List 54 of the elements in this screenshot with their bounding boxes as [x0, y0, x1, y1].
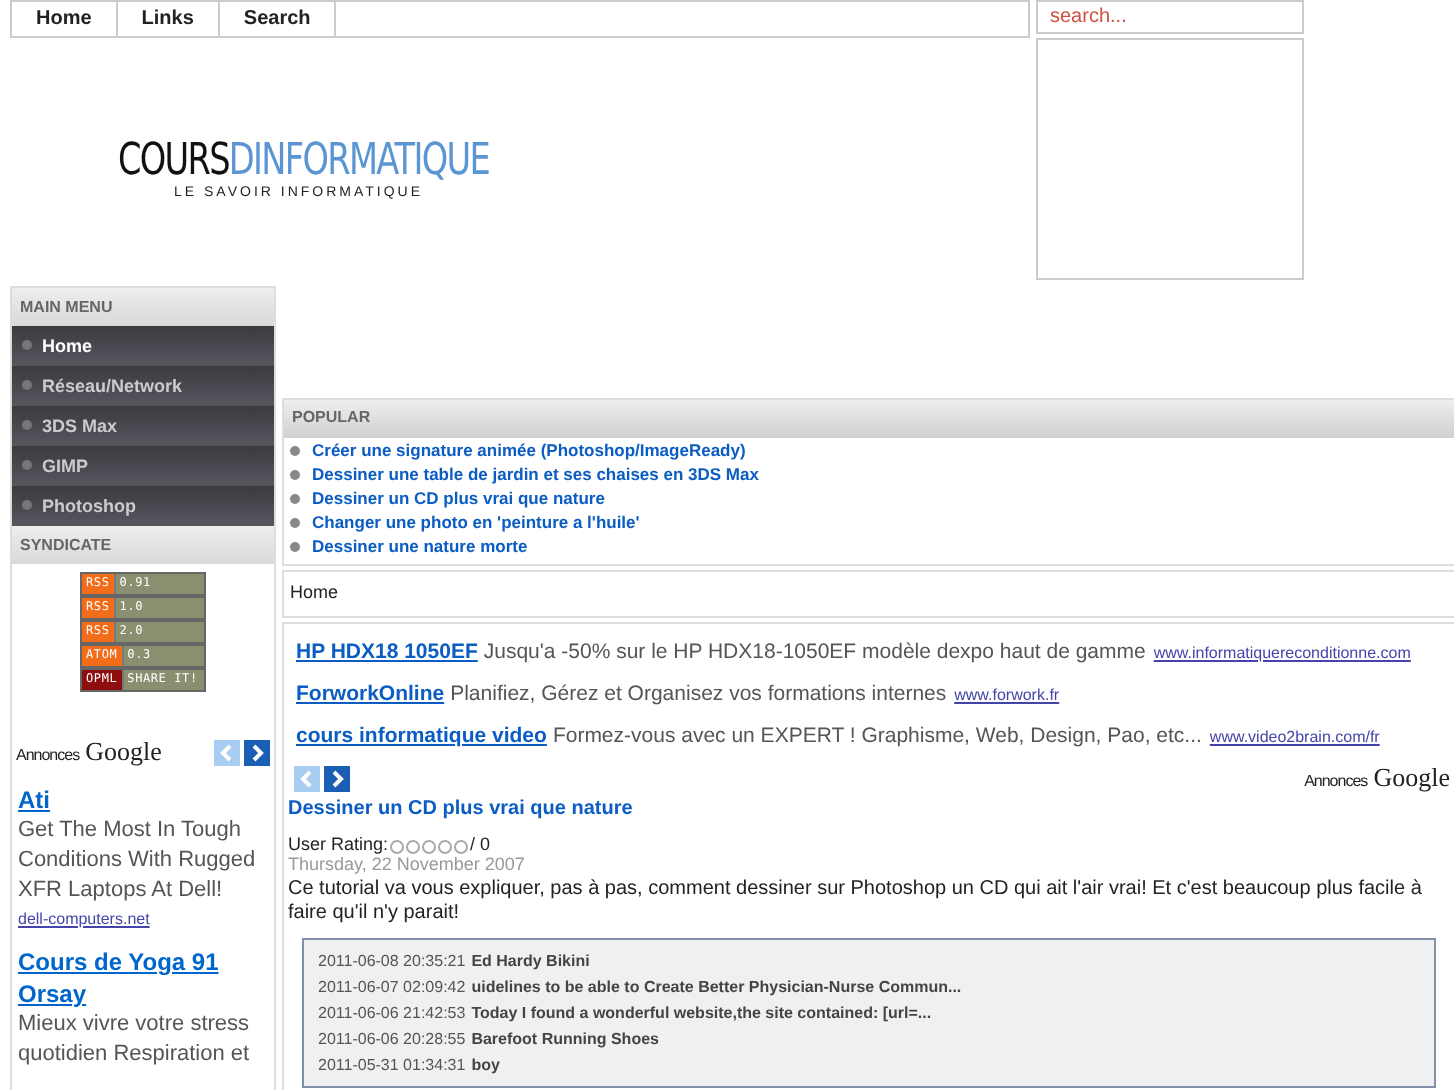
- article-body: Ce tutorial va vous expliquer, pas à pas, comment dessiner sur Photoshop un CD qui ait l'air vrai! Et c'est beaucoup plus facile à faire qu'il n'y parait!: [288, 878, 1424, 926]
- bullet-icon: [290, 493, 300, 503]
- section-heading: POPULAR: [284, 400, 1454, 438]
- ad-url-link[interactable]: www.video2brain.com/fr: [1209, 728, 1380, 746]
- comment-link[interactable]: Barefoot Running Shoes: [471, 1030, 659, 1048]
- nav-link[interactable]: Links: [117, 2, 220, 36]
- ad-text: Planifiez, Gérez et Organisez vos formations internes: [450, 682, 947, 706]
- comment-date: 2011-06-06 20:28:55: [318, 1030, 466, 1048]
- rating-label: User Rating:: [288, 833, 389, 853]
- section-heading: SYNDICATE: [12, 526, 274, 564]
- ad-title-link[interactable]: cours informatique video: [296, 724, 547, 748]
- popular-link[interactable]: Dessiner un CD plus vrai que nature: [312, 488, 605, 508]
- comment-link[interactable]: uidelines to be able to Create Better Physician-Nurse Commun...: [471, 978, 962, 996]
- nav-link[interactable]: Search: [219, 2, 337, 36]
- ads-label: Annonces Google: [1304, 762, 1450, 794]
- comment-date: 2011-06-06 21:42:53: [318, 1004, 466, 1022]
- section-heading: MAIN MENU: [12, 288, 274, 326]
- comment-date: 2011-06-07 02:09:42: [318, 978, 466, 996]
- rating-count: / 0: [470, 833, 491, 853]
- comment-link[interactable]: Ed Hardy Bikini: [471, 952, 590, 970]
- search-field[interactable]: search...: [1036, 0, 1304, 34]
- ad-url-link[interactable]: www.informatiquereconditionne.com: [1153, 644, 1411, 662]
- comment-link[interactable]: boy: [471, 1056, 500, 1074]
- ad-url-link[interactable]: dell-computers.net: [18, 910, 150, 928]
- menu-item[interactable]: Photoshop: [12, 486, 274, 526]
- menu-item[interactable]: GIMP: [12, 446, 274, 486]
- nav-link[interactable]: Home: [12, 2, 118, 36]
- article-title[interactable]: Dessiner un CD plus vrai que nature: [288, 798, 1450, 820]
- popular-link[interactable]: Dessiner une table de jardin et ses chaises en 3DS Max: [312, 464, 759, 484]
- popular-link[interactable]: Créer une signature animée (Photoshop/ImageReady): [312, 440, 746, 460]
- ad-text: Mieux vivre votre stress quotidien Respiration et: [18, 1010, 252, 1070]
- menu-item[interactable]: Home: [12, 326, 274, 366]
- ad-title-link[interactable]: Cours de Yoga 91 Orsay: [18, 946, 268, 1010]
- bullet-icon: [290, 445, 300, 455]
- ad-title-link[interactable]: ForworkOnline: [296, 682, 445, 706]
- ad-text: Formez-vous avec un EXPERT ! Graphisme, Web, Design, Pao, etc...: [552, 724, 1202, 748]
- comment-date: 2011-06-08 20:35:21: [318, 952, 466, 970]
- popular-link[interactable]: Dessiner une nature morte: [312, 536, 528, 556]
- ad-title-link[interactable]: Ati: [18, 784, 268, 816]
- comment-date: 2011-05-31 01:34:31: [318, 1056, 466, 1074]
- bullet-icon: [290, 541, 300, 551]
- ad-text: Get The Most In Tough Conditions With Rugged XFR Laptops At Dell!: [18, 816, 258, 906]
- menu-item[interactable]: Réseau/Network: [12, 366, 274, 406]
- ads-label: Annonces Google: [16, 736, 162, 768]
- article-date: Thursday, 22 November 2007: [288, 854, 527, 874]
- comment-link[interactable]: Today I found a wonderful website,the site contained: [url=...: [471, 1004, 932, 1022]
- bullet-icon: [290, 469, 300, 479]
- popular-link[interactable]: Changer une photo en 'peinture a l'huile': [312, 512, 640, 532]
- breadcrumb: Home: [282, 570, 1454, 618]
- ad-title-link[interactable]: HP HDX18 1050EF: [296, 640, 478, 664]
- menu-item[interactable]: 3DS Max: [12, 406, 274, 446]
- bullet-icon: [290, 517, 300, 527]
- ad-text: Jusqu'a -50% sur le HP HDX18-1050EF modèle dexpo haut de gamme: [483, 640, 1146, 664]
- ad-url-link[interactable]: www.forwork.fr: [954, 686, 1060, 704]
